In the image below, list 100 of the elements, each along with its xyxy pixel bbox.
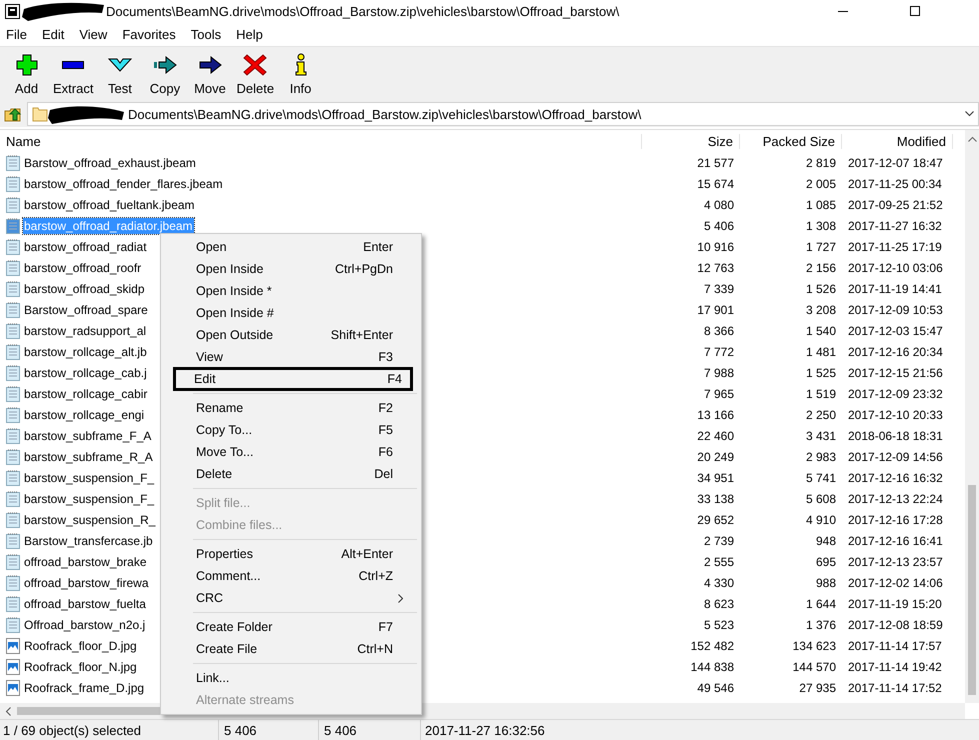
file-name[interactable]: Roofrack_frame_D.jpg <box>23 680 146 696</box>
toolbar-button[interactable]: Copy <box>142 50 188 98</box>
file-name[interactable]: barstow_suspension_R_ <box>23 512 156 528</box>
text-file-icon <box>6 386 20 402</box>
menu-item[interactable]: Open Outside Shift+Enter <box>163 324 419 346</box>
file-name[interactable]: barstow_offroad_radiat <box>23 238 148 254</box>
menu-item[interactable]: View <box>79 26 116 42</box>
menu-item[interactable]: Create File Ctrl+N <box>163 638 419 660</box>
menu-item[interactable]: Edit F4 <box>174 368 412 390</box>
vertical-scrollbar[interactable] <box>965 130 979 703</box>
image-file-icon <box>6 658 20 674</box>
file-name[interactable]: offroad_barstow_firewa <box>23 574 150 590</box>
modified-cell-text: 2018-06-18 18:31 <box>847 428 944 442</box>
toolbar-button[interactable]: Test <box>97 50 142 98</box>
file-name[interactable]: offroad_barstow_fuelta <box>23 596 147 612</box>
menu-item[interactable]: Create Folder F7 <box>163 616 419 638</box>
packed-size-cell-text: 3 208 <box>804 302 837 316</box>
file-name[interactable]: barstow_offroad_skidp <box>23 280 146 296</box>
dropdown-caret-icon[interactable] <box>965 111 974 117</box>
file-name[interactable]: barstow_offroad_fueltank.jbeam <box>23 196 196 212</box>
toolbar-button[interactable]: Info <box>278 50 324 98</box>
file-name[interactable]: Barstow_transfercase.jb <box>23 532 154 548</box>
menu-item[interactable]: Open Enter <box>163 236 419 258</box>
modified-cell-text: 2017-12-15 21:56 <box>847 366 944 380</box>
text-file-icon <box>6 406 20 422</box>
file-name[interactable]: Barstow_offroad_spare <box>23 302 149 318</box>
packed-size-cell-text: 1 376 <box>804 618 837 632</box>
menu-item[interactable]: Tools <box>190 26 230 42</box>
menu-item[interactable]: Open Inside Ctrl+PgDn <box>163 258 419 280</box>
column-header[interactable]: Packed Size <box>740 134 842 148</box>
toolbar-button[interactable]: Add <box>4 50 49 98</box>
folder-icon <box>32 106 48 122</box>
file-name[interactable]: Offroad_barstow_n2o.j <box>23 616 146 632</box>
toolbar-button[interactable]: Extract <box>49 50 98 98</box>
file-name[interactable]: barstow_rollcage_alt.jb <box>23 344 148 360</box>
modified-cell-text: 2017-12-16 16:41 <box>847 534 944 548</box>
size-cell-text: 17 901 <box>696 302 735 316</box>
menu-item[interactable]: CRC <box>163 587 419 609</box>
packed-size-cell-text: 27 935 <box>798 680 837 694</box>
menu-item[interactable]: Comment... Ctrl+Z <box>163 565 419 587</box>
menu-item[interactable]: Help <box>236 26 271 42</box>
modified-cell-text: 2017-12-10 03:06 <box>847 260 944 274</box>
menu-item[interactable]: Properties Alt+Enter <box>163 543 419 565</box>
file-name[interactable]: Roofrack_floor_N.jpg <box>23 658 138 674</box>
menu-item[interactable]: Favorites <box>122 26 184 42</box>
modified-cell-text: 2017-12-03 15:47 <box>847 324 944 338</box>
file-name[interactable]: barstow_rollcage_cab.j <box>23 364 148 380</box>
file-name[interactable]: barstow_suspension_F_ <box>23 470 156 486</box>
text-file-icon <box>6 196 20 212</box>
size-cell-text: 21 577 <box>696 156 735 170</box>
menu-item[interactable]: File <box>6 26 35 42</box>
maximize-icon[interactable] <box>909 5 921 17</box>
text-file-icon <box>6 218 20 234</box>
file-name[interactable]: offroad_barstow_brake <box>23 554 148 570</box>
text-file-icon <box>6 512 20 528</box>
menu-item[interactable]: Edit <box>42 26 72 42</box>
packed-size-cell-text: 5 608 <box>804 492 837 506</box>
file-name[interactable]: barstow_radsupport_al <box>23 322 148 338</box>
cross-icon <box>243 52 268 76</box>
text-file-icon <box>6 532 20 548</box>
scroll-up-icon[interactable] <box>968 136 976 142</box>
menu-item[interactable]: Copy To... F5 <box>163 419 419 441</box>
text-file-icon <box>6 428 20 444</box>
size-cell-text: 33 138 <box>696 492 735 506</box>
menu-item[interactable]: View F3 <box>163 346 419 368</box>
column-header[interactable]: Modified <box>842 134 953 148</box>
size-cell-text: 12 763 <box>696 260 735 274</box>
scroll-left-icon[interactable] <box>5 706 11 716</box>
size-cell-text: 20 249 <box>696 450 735 464</box>
menu-item[interactable]: Link... <box>163 667 419 689</box>
toolbar-button[interactable]: Move <box>187 50 232 98</box>
file-name[interactable]: barstow_suspension_F_ <box>23 490 156 506</box>
menu-item[interactable]: Open Inside * <box>163 280 419 302</box>
address-field[interactable]: Documents\BeamNG.drive\mods\Offroad_Barstow.zip\vehicles\barstow\Offroad_barstow\ <box>27 102 979 126</box>
modified-cell-text: 2017-12-16 20:34 <box>847 344 944 358</box>
file-name[interactable]: Barstow_offroad_exhaust.jbeam <box>23 154 197 170</box>
column-header[interactable]: Size <box>642 134 740 148</box>
file-name[interactable]: barstow_subframe_F_A <box>23 428 152 444</box>
menu-item[interactable]: Move To... F6 <box>163 441 419 463</box>
modified-cell-text: 2017-12-09 14:56 <box>847 450 944 464</box>
menu-item[interactable]: Open Inside # <box>163 302 419 324</box>
app-icon <box>5 4 20 18</box>
file-name[interactable]: Roofrack_floor_D.jpg <box>23 638 138 654</box>
file-name[interactable]: barstow_offroad_fender_flares.jbeam <box>23 176 224 192</box>
size-cell-text: 144 838 <box>690 660 735 674</box>
file-name[interactable]: barstow_rollcage_cabir <box>23 386 148 402</box>
packed-size-cell-text: 695 <box>814 554 837 568</box>
menu-item[interactable]: Delete Del <box>163 463 419 485</box>
file-name[interactable]: barstow_rollcage_engi <box>23 406 146 422</box>
modified-cell-text: 2017-11-14 19:42 <box>847 660 943 674</box>
toolbar-button[interactable]: Delete <box>232 50 278 98</box>
column-header[interactable]: Name <box>0 134 642 148</box>
menu-item[interactable]: Rename F2 <box>163 397 419 419</box>
packed-size-cell-text: 144 570 <box>792 660 837 674</box>
modified-cell-text: 2017-12-08 18:59 <box>847 618 944 632</box>
file-name[interactable]: barstow_subframe_R_A <box>23 448 154 464</box>
packed-size-cell-text: 988 <box>814 576 837 590</box>
scrollbar-thumb[interactable] <box>968 485 976 695</box>
text-file-icon <box>6 490 20 506</box>
file-name[interactable]: barstow_offroad_roofr <box>23 260 142 276</box>
